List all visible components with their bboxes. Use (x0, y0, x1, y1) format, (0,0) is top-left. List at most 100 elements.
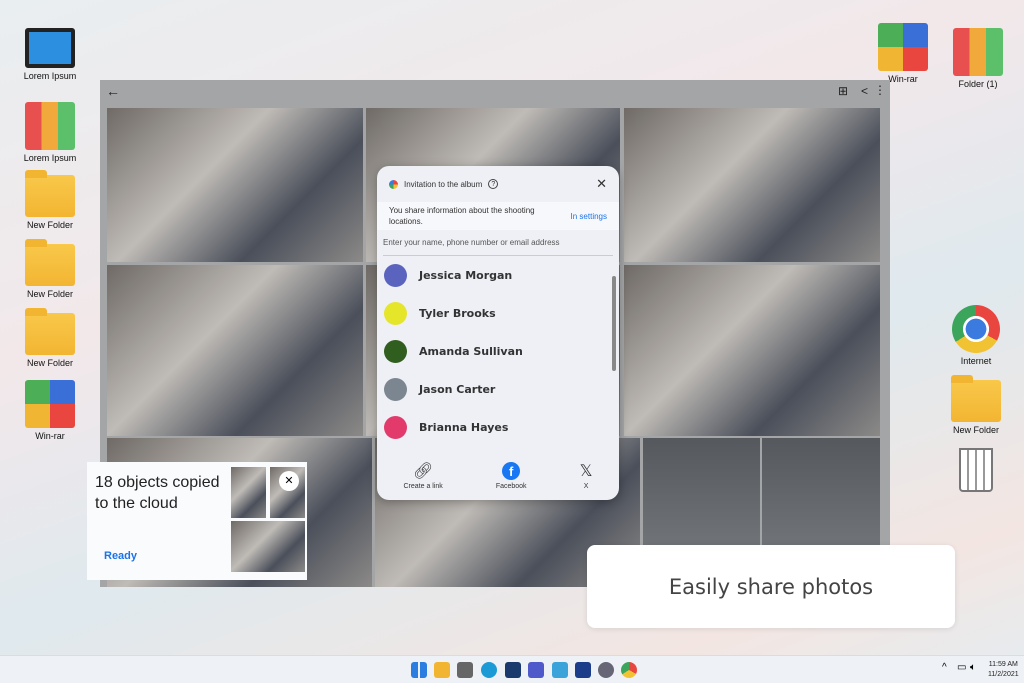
folder-icon (25, 308, 75, 355)
trash-icon (959, 448, 993, 492)
recipient-input[interactable]: Enter your name, phone number or email a… (383, 230, 613, 256)
icon-label: Lorem Ipsum (23, 71, 77, 81)
more-options-icon[interactable]: ⋮ (874, 83, 886, 97)
edge-icon[interactable] (481, 662, 497, 678)
thumbnail (231, 521, 305, 572)
avatar (384, 339, 407, 363)
share-label: Create a link (403, 483, 443, 490)
taskbar: ^ ▭ 🔈︎ 11:59 AM 11/2/2021 (0, 655, 1024, 683)
upload-toast: 18 objects copied to the cloud Ready ✕ (87, 462, 307, 580)
google-photos-icon (389, 179, 398, 189)
clock-time: 11:59 AM (988, 661, 1018, 668)
contact-item[interactable]: Brianna Hayes (377, 408, 619, 446)
volume-icon[interactable]: 🔈︎ (970, 662, 976, 673)
desktop-icon-folder[interactable]: New Folder (12, 170, 88, 230)
recycle-bin-icon[interactable] (938, 448, 1014, 495)
toast-message: 18 objects copied to the cloud (95, 474, 220, 512)
create-link-button[interactable]: 🔗︎ Create a link (404, 461, 443, 490)
contact-item[interactable]: Amanda Sullivan (377, 332, 619, 370)
share-label: Facebook (495, 483, 527, 490)
folder-icon (951, 375, 1001, 422)
icon-label: Lorem Ipsum (23, 153, 77, 163)
contact-item[interactable]: Jason Carter (377, 370, 619, 408)
dialog-header: Invitation to the album ? ✕ (377, 166, 619, 202)
contact-list[interactable]: Jessica Morgan Tyler Brooks Amanda Sulli… (377, 256, 619, 444)
icon-label: New Folder (26, 289, 73, 299)
desktop-icon-folder[interactable]: New Folder (12, 308, 88, 368)
computer-icon (25, 28, 75, 68)
icon-label: Internet (960, 356, 992, 366)
contact-item[interactable]: Tyler Brooks (377, 294, 619, 332)
contact-item[interactable]: Jessica Morgan (377, 256, 619, 294)
share-options: 🔗︎ Create a link f Facebook 𝕏X (377, 461, 619, 490)
desktop-icon-internet[interactable]: Internet (938, 305, 1014, 366)
avatar (384, 415, 407, 439)
clock[interactable]: 11:59 AM 11/2/2021 (988, 660, 1019, 680)
scrollbar[interactable] (612, 276, 616, 371)
contact-name: Jason Carter (419, 382, 496, 396)
folder-icon (25, 170, 75, 217)
icon-label: New Folder (26, 358, 73, 368)
store-icon[interactable] (505, 662, 521, 678)
winrar-icon (25, 380, 75, 428)
camera-icon[interactable] (457, 662, 473, 678)
share-dialog: Invitation to the album ? ✕ You share in… (377, 166, 619, 500)
icon-label: New Folder (26, 220, 73, 230)
contact-name: Brianna Hayes (419, 420, 509, 434)
icon-label: Folder (1) (958, 79, 998, 89)
desktop-icon-folder[interactable]: New Folder (12, 239, 88, 299)
icon-label: Win-rar (35, 431, 65, 441)
start-icon[interactable] (411, 662, 427, 678)
desktop-icon-folder[interactable]: New Folder (938, 375, 1014, 435)
avatar (384, 377, 407, 401)
desktop-icon-binders[interactable]: Folder (1) (940, 28, 1016, 89)
add-to-album-icon[interactable]: ⊞ (838, 84, 848, 98)
x-logo-icon: 𝕏 (579, 463, 593, 480)
tray-chevron-icon[interactable]: ^ (942, 662, 947, 673)
binders-icon (25, 102, 75, 150)
thumbnail (231, 467, 266, 518)
clock-date: 11/2/2021 (988, 671, 1019, 678)
teams-icon[interactable] (528, 662, 544, 678)
winrar-icon (878, 23, 928, 71)
link-icon: 🔗︎ (412, 463, 434, 480)
in-settings-link[interactable]: In settings (571, 212, 607, 221)
close-icon[interactable]: ✕ (596, 176, 607, 192)
x-button[interactable]: 𝕏X (580, 461, 593, 490)
facebook-icon: f (496, 461, 527, 483)
dialog-title: Invitation to the album (404, 179, 483, 189)
share-icon[interactable]: < (861, 84, 868, 98)
desktop-icon-winrar[interactable]: Win-rar (12, 380, 88, 441)
photo[interactable] (624, 265, 880, 436)
binders-icon (953, 28, 1003, 76)
location-info: You share information about the shooting… (377, 202, 619, 230)
network-icon[interactable]: ▭ (957, 662, 966, 673)
chrome-icon[interactable] (621, 662, 637, 678)
contact-name: Amanda Sullivan (419, 344, 523, 358)
paint-icon[interactable] (552, 662, 568, 678)
help-icon[interactable]: ? (488, 179, 499, 189)
avatar (384, 263, 407, 287)
photo[interactable] (107, 108, 363, 262)
settings-icon[interactable] (598, 662, 614, 678)
back-arrow-icon[interactable]: ← (106, 83, 120, 99)
facebook-button[interactable]: f Facebook (496, 461, 527, 490)
desktop-icon-winrar[interactable]: Win-rar (865, 23, 941, 84)
photo[interactable] (107, 265, 363, 436)
ready-button[interactable]: Ready (104, 550, 137, 562)
share-label: X (583, 483, 589, 490)
feature-caption: Easily share photos (587, 545, 955, 628)
file-explorer-icon[interactable] (434, 662, 450, 678)
chrome-icon (952, 305, 1000, 353)
active-app-icon[interactable] (575, 662, 591, 678)
contact-name: Tyler Brooks (419, 306, 496, 320)
contact-name: Jessica Morgan (419, 268, 513, 282)
folder-icon (25, 239, 75, 286)
photo[interactable] (624, 108, 880, 262)
close-icon[interactable]: ✕ (279, 471, 299, 491)
desktop-icon-binders[interactable]: Lorem Ipsum (12, 102, 88, 163)
icon-label: New Folder (952, 425, 999, 435)
info-text: You share information about the shooting… (389, 206, 535, 226)
desktop-icon-computer[interactable]: Lorem Ipsum (12, 28, 88, 81)
toolbar: ← ⊞ < ⋮ (100, 80, 890, 106)
